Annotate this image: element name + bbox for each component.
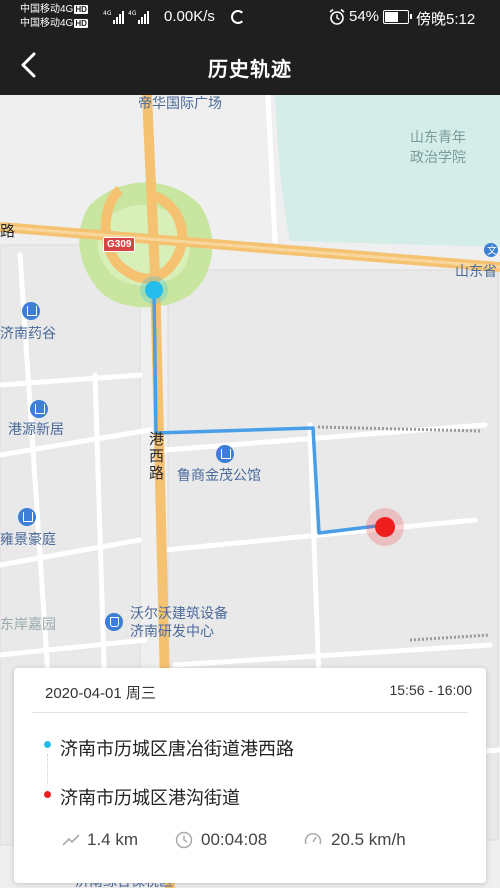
poi-label[interactable]: 山东青年 xyxy=(410,129,466,146)
nav-bar: 历史轨迹 xyxy=(0,34,500,95)
trip-info-card: 2020-04-01 周三 15:56 - 16:00 济南市历城区唐冶街道港西… xyxy=(14,668,486,883)
building-icon[interactable] xyxy=(18,508,36,526)
speedometer-icon xyxy=(304,833,322,845)
divider xyxy=(32,712,468,713)
track-start-marker[interactable] xyxy=(140,276,168,304)
trip-date: 2020-04-01 周三 xyxy=(45,685,156,702)
clock-icon xyxy=(175,831,193,849)
end-point-icon xyxy=(44,791,51,798)
poi-label[interactable]: 济南研发中心 xyxy=(130,623,214,640)
road-label: 路 xyxy=(149,465,165,482)
building-icon[interactable] xyxy=(22,302,40,320)
clock-time: 傍晚5:12 xyxy=(416,11,476,28)
carrier-info: 中国移动4G HD 中国移动4G HD xyxy=(20,3,88,31)
svg-text:4G: 4G xyxy=(128,10,137,17)
track-end-marker[interactable] xyxy=(366,508,404,546)
poi-label[interactable]: 沃尔沃建筑设备 xyxy=(130,605,228,622)
trip-avg-speed: 20.5 km/h xyxy=(331,830,406,849)
building-icon[interactable] xyxy=(30,400,48,418)
battery-percent: 54% xyxy=(349,8,380,25)
poi-label[interactable]: 帝华国际广场 xyxy=(138,95,222,112)
net-speed: 0.00K/s xyxy=(164,8,215,25)
road-label: 西 xyxy=(149,448,165,465)
connector-line xyxy=(47,754,48,784)
page-title: 历史轨迹 xyxy=(208,59,292,81)
loading-icon xyxy=(231,10,245,24)
carrier-2: 中国移动4G xyxy=(20,18,74,29)
end-address: 济南市历城区港沟街道 xyxy=(60,788,240,808)
signal-icon: 4G 4G xyxy=(103,10,149,24)
battery-icon xyxy=(383,10,412,24)
hd-badge: HD xyxy=(74,19,88,28)
building-icon[interactable] xyxy=(216,445,234,463)
highway-shield: G309 xyxy=(103,237,136,252)
poi-label[interactable]: 济南药谷 xyxy=(0,325,56,342)
start-address: 济南市历城区唐冶街道港西路 xyxy=(60,739,294,759)
poi-label[interactable]: 鲁商金茂公馆 xyxy=(177,467,261,484)
poi-label[interactable]: 雍景豪庭 xyxy=(0,531,56,548)
svg-text:文: 文 xyxy=(487,244,497,257)
poi-label[interactable]: 山东省 xyxy=(455,263,497,280)
poi-label[interactable]: 东岸嘉园 xyxy=(0,616,56,633)
road-label: 路 xyxy=(0,223,16,240)
hd-badge: HD xyxy=(74,5,88,14)
carrier-1: 中国移动4G xyxy=(20,4,74,15)
road-label: 港 xyxy=(149,431,165,448)
trip-distance: 1.4 km xyxy=(87,830,139,849)
trip-time-range: 15:56 - 16:00 xyxy=(389,682,472,698)
poi-label[interactable]: 港源新居 xyxy=(8,421,64,438)
svg-text:4G: 4G xyxy=(103,10,112,17)
trip-duration: 00:04:08 xyxy=(201,830,268,849)
trend-icon xyxy=(62,834,80,846)
lab-icon[interactable] xyxy=(105,613,123,631)
start-point-icon xyxy=(44,741,51,748)
alarm-icon xyxy=(329,8,345,25)
status-bar: 中国移动4G HD 中国移动4G HD 4G 4G 0.00K/s 54% 傍晚5:… xyxy=(0,0,500,34)
poi-label[interactable]: 政治学院 xyxy=(410,149,466,166)
